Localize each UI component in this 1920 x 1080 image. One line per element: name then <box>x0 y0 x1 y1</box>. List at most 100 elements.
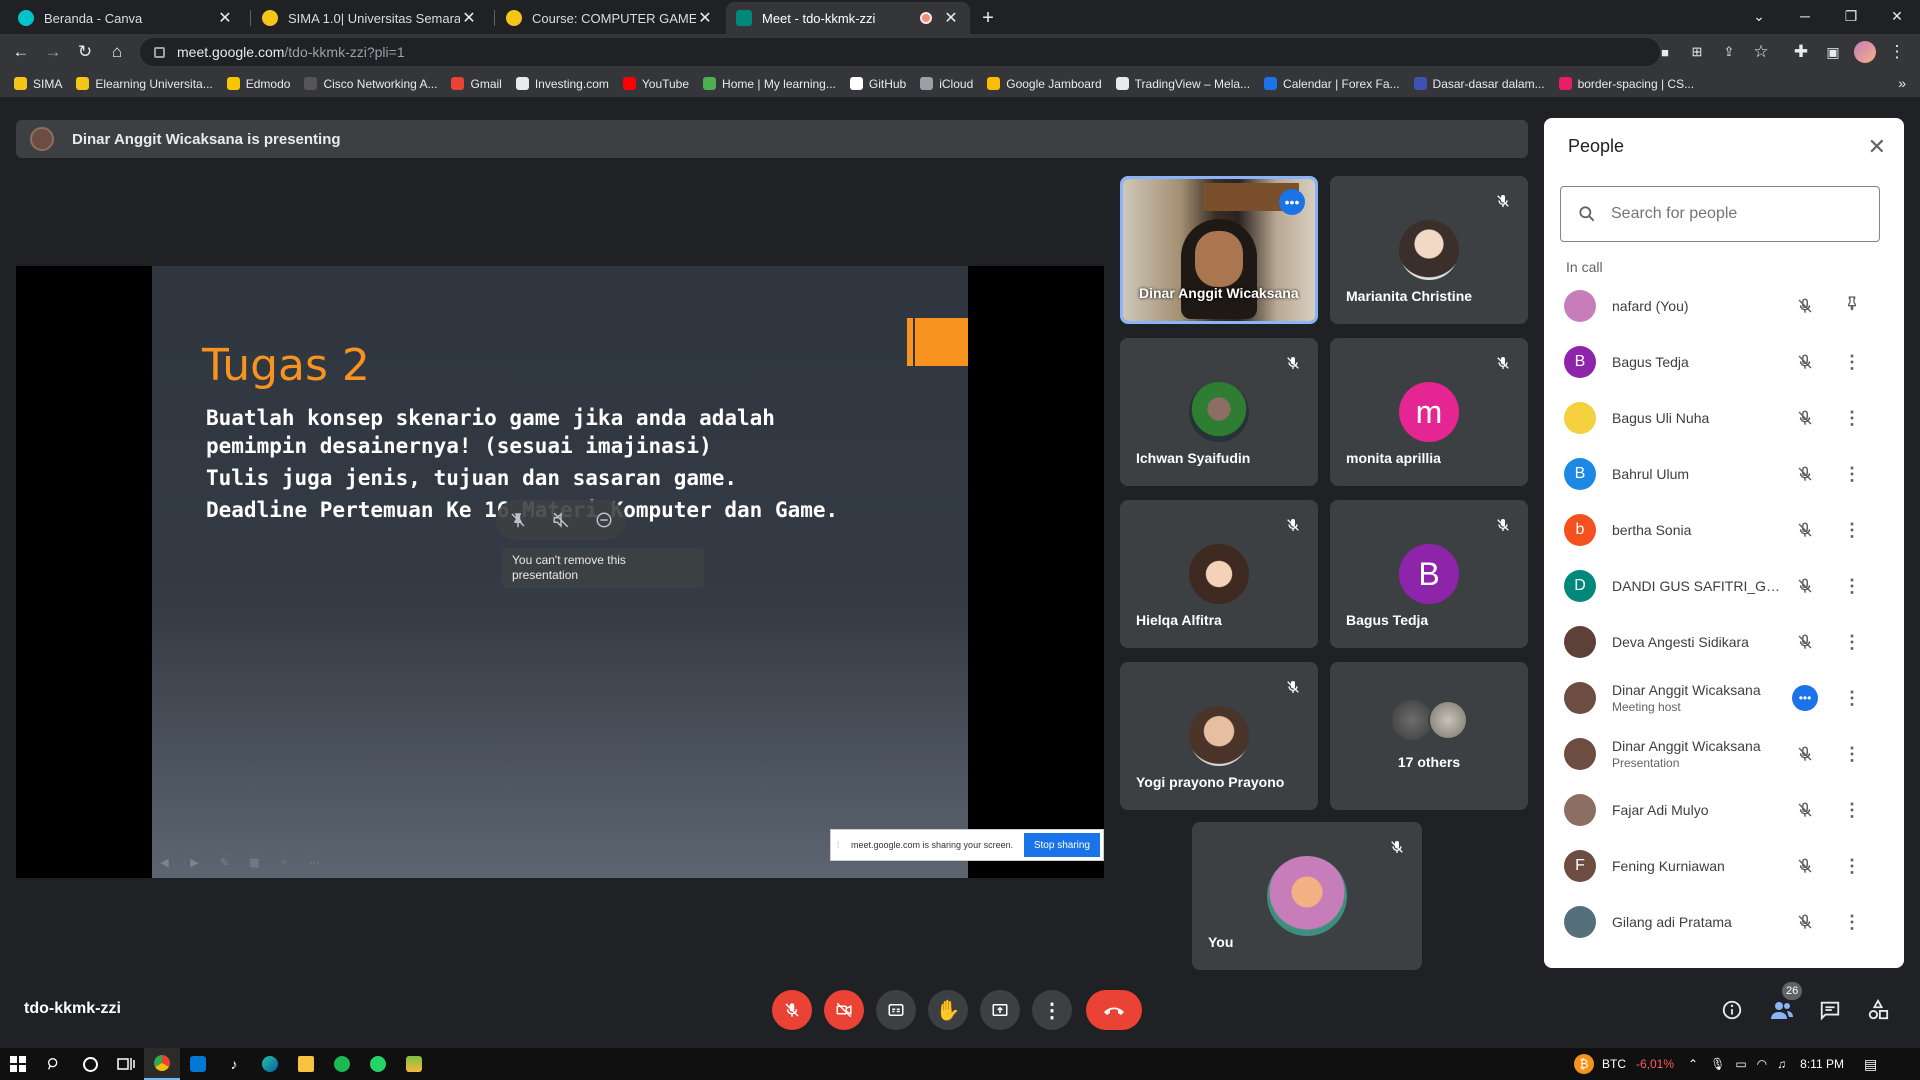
raise-hand-button[interactable]: ✋ <box>928 990 968 1030</box>
participant-row[interactable]: Gilang adi Pratama ⋮ <box>1544 894 1904 950</box>
bookmark-item[interactable]: iCloud <box>920 77 973 91</box>
tab-canva[interactable]: Beranda - Canva ✕ <box>8 2 244 34</box>
microphone-off-button[interactable] <box>772 990 812 1030</box>
tab-search-icon[interactable]: ⌄ <box>1736 0 1782 32</box>
others-tile[interactable]: 17 others <box>1330 662 1528 810</box>
mute-audio-icon[interactable] <box>549 508 573 532</box>
bookmark-item[interactable]: TradingView – Mela... <box>1115 77 1250 91</box>
bookmark-item[interactable]: YouTube <box>622 77 689 91</box>
new-tab-button[interactable]: + <box>976 6 1000 30</box>
restore-window-icon[interactable]: ❐ <box>1828 0 1874 32</box>
file-explorer-icon[interactable] <box>288 1048 324 1080</box>
close-panel-icon[interactable]: ✕ <box>1868 134 1886 160</box>
search-icon[interactable] <box>36 1048 72 1080</box>
self-tile[interactable]: You <box>1192 822 1422 970</box>
volume-icon[interactable]: ♫ <box>1777 1057 1786 1071</box>
muted-mic-icon[interactable] <box>1794 743 1816 765</box>
tiktok-icon[interactable]: ♪ <box>216 1048 252 1080</box>
close-tab-icon[interactable]: ✕ <box>216 8 234 28</box>
back-arrow-icon[interactable]: ← <box>8 39 34 65</box>
chat-icon[interactable] <box>1812 992 1848 1028</box>
muted-mic-icon[interactable] <box>1794 855 1816 877</box>
participant-tile-host[interactable]: ••• Dinar Anggit Wicaksana <box>1120 176 1318 324</box>
more-vert-icon[interactable]: ⋮ <box>1840 460 1864 488</box>
zoom-icon[interactable]: ⌕ <box>274 852 295 873</box>
muted-mic-icon[interactable] <box>1794 575 1816 597</box>
participant-row[interactable]: Fajar Adi Mulyo ⋮ <box>1544 782 1904 838</box>
bookmark-item[interactable]: Gmail <box>451 77 502 91</box>
cortana-icon[interactable] <box>72 1048 108 1080</box>
participant-row[interactable]: b bertha Sonia ⋮ <box>1544 502 1904 558</box>
store-icon[interactable] <box>180 1048 216 1080</box>
more-vert-icon[interactable]: ⋮ <box>1840 348 1864 376</box>
close-tab-icon[interactable]: ✕ <box>942 8 960 28</box>
share-icon[interactable]: ⇪ <box>1716 39 1742 65</box>
bookmark-item[interactable]: Investing.com <box>515 77 609 91</box>
bookmark-item[interactable]: Edmodo <box>226 77 290 91</box>
more-vert-icon[interactable]: ⋮ <box>1840 628 1864 656</box>
leave-call-button[interactable] <box>1086 990 1142 1030</box>
chrome-taskbar-icon[interactable] <box>144 1048 180 1080</box>
wifi-icon[interactable]: ◠ <box>1757 1057 1767 1071</box>
participant-tile[interactable]: Marianita Christine <box>1330 176 1528 324</box>
muted-mic-icon[interactable] <box>1794 295 1816 317</box>
muted-mic-icon[interactable] <box>1794 463 1816 485</box>
muted-mic-icon[interactable] <box>1794 519 1816 541</box>
participant-tile[interactable]: Yogi prayono Prayono <box>1120 662 1318 810</box>
camera-off-button[interactable] <box>824 990 864 1030</box>
people-search-input[interactable] <box>1611 205 1861 223</box>
more-vert-icon[interactable]: ⋮ <box>1840 572 1864 600</box>
participant-row[interactable]: Dinar Anggit Wicaksana Presentation ⋮ <box>1544 726 1904 782</box>
participant-row[interactable]: B Bagus Tedja ⋮ <box>1544 334 1904 390</box>
participant-row[interactable]: D DANDI GUS SAFITRI_G.23... ⋮ <box>1544 558 1904 614</box>
participant-row[interactable]: Dinar Anggit Wicaksana Meeting host ••• ⋮ <box>1544 670 1904 726</box>
bookmark-item[interactable]: Dasar-dasar dalam... <box>1413 77 1545 91</box>
windows-start-icon[interactable] <box>0 1048 36 1080</box>
close-tab-icon[interactable]: ✕ <box>460 8 478 28</box>
bookmark-item[interactable]: Cisco Networking A... <box>304 77 437 91</box>
bookmark-item[interactable]: GitHub <box>849 77 906 91</box>
people-search-field[interactable] <box>1560 186 1880 242</box>
translate-icon[interactable]: ⊞ <box>1684 39 1710 65</box>
participant-row[interactable]: F Fening Kurniawan ⋮ <box>1544 838 1904 894</box>
participant-tile[interactable]: Ichwan Syaifudin <box>1120 338 1318 486</box>
more-vert-icon[interactable]: ⋮ <box>1840 404 1864 432</box>
prev-slide-icon[interactable]: ◀ <box>154 852 175 873</box>
more-options-button[interactable]: ⋮ <box>1032 990 1072 1030</box>
bluestacks-icon[interactable] <box>396 1048 432 1080</box>
participant-tile[interactable]: Hielqa Alfitra <box>1120 500 1318 648</box>
pen-icon[interactable]: ✎ <box>214 852 235 873</box>
participant-row[interactable]: Bagus Uli Nuha ⋮ <box>1544 390 1904 446</box>
unpin-icon[interactable] <box>506 508 530 532</box>
profile-avatar[interactable] <box>1852 39 1878 65</box>
close-tab-icon[interactable]: ✕ <box>696 8 714 28</box>
drag-handle-icon[interactable]: ⁞ <box>831 840 845 850</box>
muted-mic-icon[interactable] <box>1794 911 1816 933</box>
slides-grid-icon[interactable]: ▦ <box>244 852 265 873</box>
more-vert-icon[interactable]: ⋮ <box>1840 908 1864 936</box>
pin-icon[interactable] <box>1840 292 1864 320</box>
more-options-icon[interactable]: ⋯ <box>304 852 325 873</box>
reload-icon[interactable]: ↻ <box>72 39 98 65</box>
activities-icon[interactable] <box>1860 992 1896 1028</box>
tab-meet[interactable]: Meet - tdo-kkmk-zzi ✕ <box>726 2 970 34</box>
chrome-menu-icon[interactable]: ⋮ <box>1884 39 1910 65</box>
whatsapp-icon[interactable] <box>360 1048 396 1080</box>
minimize-window-icon[interactable]: ─ <box>1782 0 1828 32</box>
bookmark-item[interactable]: SIMA <box>14 77 62 91</box>
more-vert-icon[interactable]: ⋮ <box>1840 852 1864 880</box>
close-window-icon[interactable]: ✕ <box>1874 0 1920 32</box>
participant-row[interactable]: Deva Angesti Sidikara ⋮ <box>1544 614 1904 670</box>
remove-presentation-icon[interactable] <box>592 508 616 532</box>
presentation-stage[interactable]: Tugas 2 Buatlah konsep skenario game jik… <box>16 266 1104 878</box>
muted-mic-icon[interactable] <box>1794 631 1816 653</box>
more-vert-icon[interactable]: ⋮ <box>1840 796 1864 824</box>
more-vert-icon[interactable]: ⋮ <box>1840 516 1864 544</box>
bookmark-item[interactable]: border-spacing | CS... <box>1558 77 1694 91</box>
meeting-details-icon[interactable] <box>1714 992 1750 1028</box>
bookmark-item[interactable]: Elearning Universita... <box>76 77 213 91</box>
bookmark-item[interactable]: Google Jamboard <box>987 77 1102 91</box>
more-vert-icon[interactable]: ⋮ <box>1840 740 1864 768</box>
bookmark-star-icon[interactable]: ☆ <box>1748 39 1774 65</box>
notifications-icon[interactable]: ▤ <box>1864 1056 1877 1073</box>
